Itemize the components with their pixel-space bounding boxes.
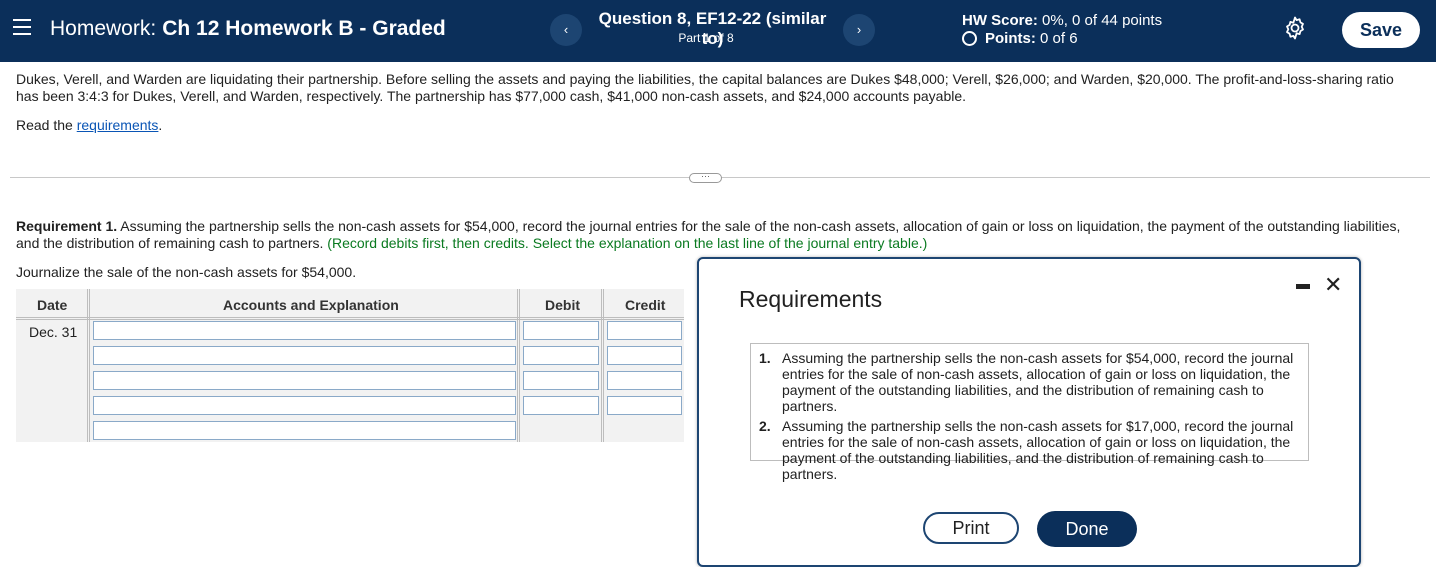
- credit-input-1[interactable]: [607, 321, 682, 340]
- read-suffix: .: [158, 117, 163, 133]
- read-prefix: Read the: [16, 117, 77, 133]
- prev-question-button[interactable]: ‹: [550, 14, 582, 46]
- item-text: Assuming the partnership sells the non-c…: [782, 418, 1294, 482]
- points-status-icon: [962, 31, 977, 46]
- chevron-right-icon: ›: [856, 22, 862, 37]
- points-label: Points:: [985, 30, 1036, 47]
- problem-text: Dukes, Verell, and Warden are liquidatin…: [16, 71, 1394, 104]
- points: Points: 0 of 6: [962, 30, 1078, 47]
- print-button[interactable]: Print: [923, 512, 1019, 544]
- hw-score: HW Score: 0%, 0 of 44 points: [962, 12, 1162, 29]
- requirements-dialog: Requirements ✕ 1. Assuming the partnersh…: [697, 257, 1361, 567]
- item-text: Assuming the partnership sells the non-c…: [782, 350, 1294, 414]
- top-bar: Homework: Ch 12 Homework B - Graded ‹ Que…: [0, 0, 1436, 62]
- dialog-title: Requirements: [739, 286, 883, 312]
- credit-header: Credit: [625, 297, 666, 313]
- list-item: 1. Assuming the partnership sells the no…: [759, 350, 1300, 414]
- requirement-label: Requirement 1.: [16, 218, 118, 234]
- done-button[interactable]: Done: [1037, 511, 1137, 547]
- hw-score-label: HW Score:: [962, 12, 1038, 29]
- debit-header: Debit: [545, 297, 580, 313]
- chevron-left-icon: ‹: [563, 22, 569, 37]
- account-input-3[interactable]: [93, 371, 516, 390]
- menu-icon[interactable]: [13, 19, 31, 35]
- credit-input-4[interactable]: [607, 396, 682, 415]
- title-prefix: Homework:: [50, 17, 157, 40]
- requirements-list: 1. Assuming the partnership sells the no…: [750, 343, 1309, 482]
- column-divider: [517, 289, 520, 442]
- gear-icon[interactable]: [1283, 16, 1307, 40]
- item-number: 2.: [759, 418, 771, 434]
- credit-input-3[interactable]: [607, 371, 682, 390]
- account-input-1[interactable]: [93, 321, 516, 340]
- list-item: 2. Assuming the partnership sells the no…: [759, 418, 1300, 482]
- journal-table: Date Accounts and Explanation Debit Cred…: [16, 289, 684, 442]
- entry-date: Dec. 31: [29, 324, 78, 340]
- save-button[interactable]: Save: [1342, 12, 1420, 48]
- journalize-prompt: Journalize the sale of the non-cash asse…: [16, 264, 357, 280]
- item-number: 1.: [759, 350, 771, 366]
- date-header: Date: [37, 297, 68, 313]
- minimize-icon[interactable]: [1296, 284, 1310, 289]
- assignment-title: Ch 12 Homework B - Graded: [162, 17, 446, 40]
- page-title: Homework: Ch 12 Homework B - Graded: [50, 17, 446, 41]
- read-requirements: Read the requirements.: [16, 117, 162, 133]
- debit-input-2[interactable]: [523, 346, 599, 365]
- requirement-instruction: (Record debits first, then credits. Sele…: [327, 234, 928, 251]
- column-divider: [601, 289, 604, 442]
- requirement-1: Requirement 1. Assuming the partnership …: [16, 218, 1421, 251]
- accounts-header: Accounts and Explanation: [223, 297, 399, 313]
- requirements-link[interactable]: requirements: [77, 117, 159, 133]
- debit-input-3[interactable]: [523, 371, 599, 390]
- credit-input-2[interactable]: [607, 346, 682, 365]
- debit-input-1[interactable]: [523, 321, 599, 340]
- hw-score-value: 0%, 0 of 44 points: [1042, 12, 1163, 29]
- account-input-2[interactable]: [93, 346, 516, 365]
- debit-input-4[interactable]: [523, 396, 599, 415]
- points-value: 0 of 6: [1040, 30, 1078, 47]
- close-icon[interactable]: ✕: [1324, 272, 1342, 298]
- explanation-input[interactable]: [93, 421, 516, 440]
- next-question-button[interactable]: ›: [843, 14, 875, 46]
- column-divider: [87, 289, 90, 442]
- resize-handle[interactable]: ···: [689, 172, 722, 183]
- header-divider: [16, 317, 684, 320]
- account-input-4[interactable]: [93, 396, 516, 415]
- question-part: Part 1 of 8: [678, 31, 734, 45]
